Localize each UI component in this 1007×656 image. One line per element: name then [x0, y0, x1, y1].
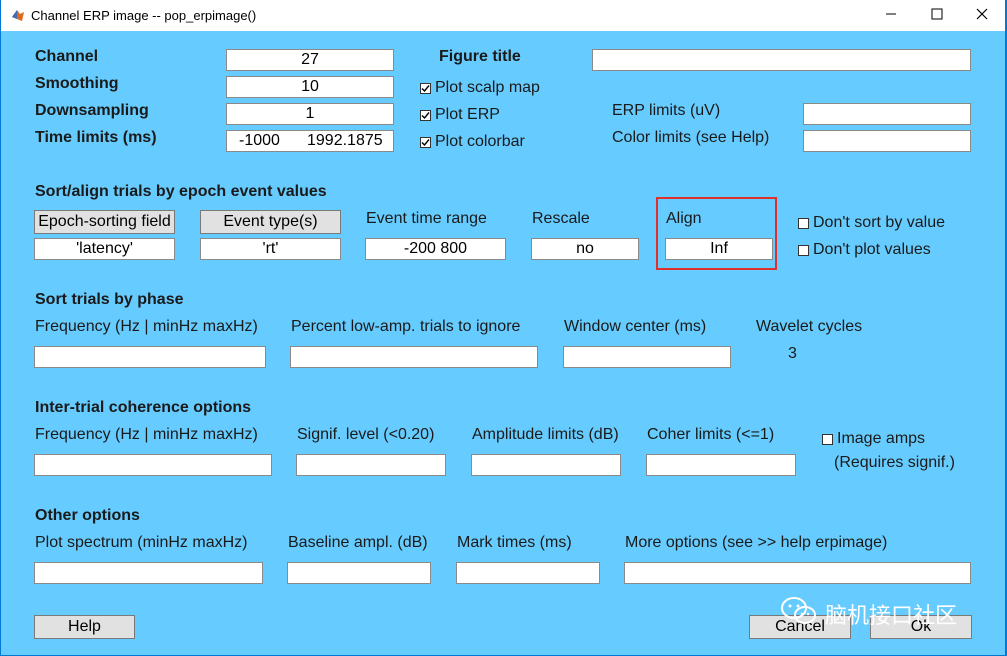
epoch-sorting-field-button[interactable]: Epoch-sorting field	[34, 210, 175, 234]
erp-limits-field[interactable]	[803, 103, 971, 125]
plot-colorbar-checkbox[interactable]: Plot colorbar	[420, 133, 525, 151]
coher-limits-field[interactable]	[646, 454, 796, 476]
window-center-label: Window center (ms)	[564, 318, 707, 335]
time-limits-start: -1000	[239, 132, 280, 149]
figure-title-field[interactable]	[592, 49, 971, 71]
wechat-icon	[779, 595, 819, 632]
close-button[interactable]	[959, 0, 1005, 31]
matlab-icon	[11, 8, 25, 22]
plot-spectrum-label: Plot spectrum (minHz maxHz)	[35, 534, 248, 551]
rescale-label: Rescale	[532, 210, 590, 227]
dont-plot-checkbox[interactable]: Don't plot values	[798, 241, 931, 259]
event-type-field[interactable]: 'rt'	[200, 238, 341, 260]
percent-low-amp-field[interactable]	[290, 346, 538, 368]
watermark: 脑机接口社区	[779, 595, 957, 632]
coher-limits-label: Coher limits (<=1)	[647, 426, 775, 443]
color-limits-label: Color limits (see Help)	[612, 129, 770, 146]
percent-low-amp-label: Percent low-amp. trials to ignore	[291, 318, 521, 335]
coherence-frequency-label: Frequency (Hz | minHz maxHz)	[35, 426, 258, 443]
help-button[interactable]: Help	[34, 615, 135, 639]
event-time-range-label: Event time range	[366, 210, 487, 227]
align-label: Align	[666, 210, 702, 227]
image-amps-label: Image amps	[837, 430, 926, 447]
minimize-button[interactable]	[868, 0, 914, 31]
signif-level-label: Signif. level (<0.20)	[297, 426, 435, 443]
epoch-sorting-field[interactable]: 'latency'	[34, 238, 175, 260]
plot-scalp-label: Plot scalp map	[435, 79, 540, 96]
mark-times-label: Mark times (ms)	[457, 534, 572, 551]
color-limits-field[interactable]	[803, 130, 971, 152]
plot-colorbar-label: Plot colorbar	[435, 133, 525, 150]
amplitude-limits-field[interactable]	[471, 454, 621, 476]
wavelet-cycles-value: 3	[788, 345, 797, 362]
dont-sort-label: Don't sort by value	[813, 214, 946, 231]
maximize-icon	[931, 7, 943, 25]
downsampling-field[interactable]: 1	[226, 103, 394, 125]
align-field[interactable]: Inf	[665, 238, 773, 260]
window-title: Channel ERP image -- pop_erpimage()	[31, 8, 257, 23]
checkbox-icon	[822, 433, 833, 445]
phase-heading: Sort trials by phase	[35, 291, 184, 308]
time-limits-field[interactable]: -1000 1992.1875	[226, 130, 394, 152]
maximize-button[interactable]	[914, 0, 960, 31]
downsampling-label: Downsampling	[35, 102, 149, 119]
wavelet-cycles-label: Wavelet cycles	[756, 318, 863, 335]
plot-scalp-checkbox[interactable]: Plot scalp map	[420, 79, 540, 97]
close-icon	[976, 7, 988, 25]
checkbox-checked-icon	[420, 136, 431, 148]
plot-erp-label: Plot ERP	[435, 106, 500, 123]
time-limits-end: 1992.1875	[307, 132, 383, 149]
dont-sort-checkbox[interactable]: Don't sort by value	[798, 214, 945, 232]
other-options-heading: Other options	[35, 507, 140, 524]
smoothing-field[interactable]: 10	[226, 76, 394, 98]
mark-times-field[interactable]	[456, 562, 600, 584]
phase-frequency-label: Frequency (Hz | minHz maxHz)	[35, 318, 258, 335]
baseline-ampl-field[interactable]	[287, 562, 431, 584]
time-limits-label: Time limits (ms)	[35, 129, 157, 146]
figure-title-label: Figure title	[439, 48, 521, 65]
plot-erp-checkbox[interactable]: Plot ERP	[420, 106, 500, 124]
more-options-label: More options (see >> help erpimage)	[625, 534, 888, 551]
checkbox-icon	[798, 217, 809, 229]
baseline-ampl-label: Baseline ampl. (dB)	[288, 534, 428, 551]
title-bar: Channel ERP image -- pop_erpimage()	[1, 0, 1005, 31]
phase-frequency-field[interactable]	[34, 346, 266, 368]
sort-align-heading: Sort/align trials by epoch event values	[35, 183, 327, 200]
image-amps-checkbox[interactable]: Image amps	[822, 430, 925, 448]
window-center-field[interactable]	[563, 346, 731, 368]
dont-plot-label: Don't plot values	[813, 241, 931, 258]
signif-level-field[interactable]	[296, 454, 446, 476]
erp-limits-label: ERP limits (uV)	[612, 102, 721, 119]
checkbox-icon	[798, 244, 809, 256]
checkbox-checked-icon	[420, 82, 431, 94]
plot-spectrum-field[interactable]	[34, 562, 263, 584]
minimize-icon	[885, 7, 897, 25]
smoothing-label: Smoothing	[35, 75, 119, 92]
requires-signif-label: (Requires signif.)	[834, 454, 955, 471]
watermark-text: 脑机接口社区	[825, 603, 958, 629]
coherence-frequency-field[interactable]	[34, 454, 272, 476]
amplitude-limits-label: Amplitude limits (dB)	[472, 426, 619, 443]
rescale-field[interactable]: no	[531, 238, 639, 260]
event-time-range-field[interactable]: -200 800	[365, 238, 506, 260]
dialog-window: Channel ERP image -- pop_erpimage() Chan…	[1, 0, 1005, 655]
channel-label: Channel	[35, 48, 99, 65]
more-options-field[interactable]	[624, 562, 971, 584]
event-type-button[interactable]: Event type(s)	[200, 210, 341, 234]
channel-field[interactable]: 27	[226, 49, 394, 71]
checkbox-checked-icon	[420, 109, 431, 121]
coherence-heading: Inter-trial coherence options	[35, 399, 252, 416]
